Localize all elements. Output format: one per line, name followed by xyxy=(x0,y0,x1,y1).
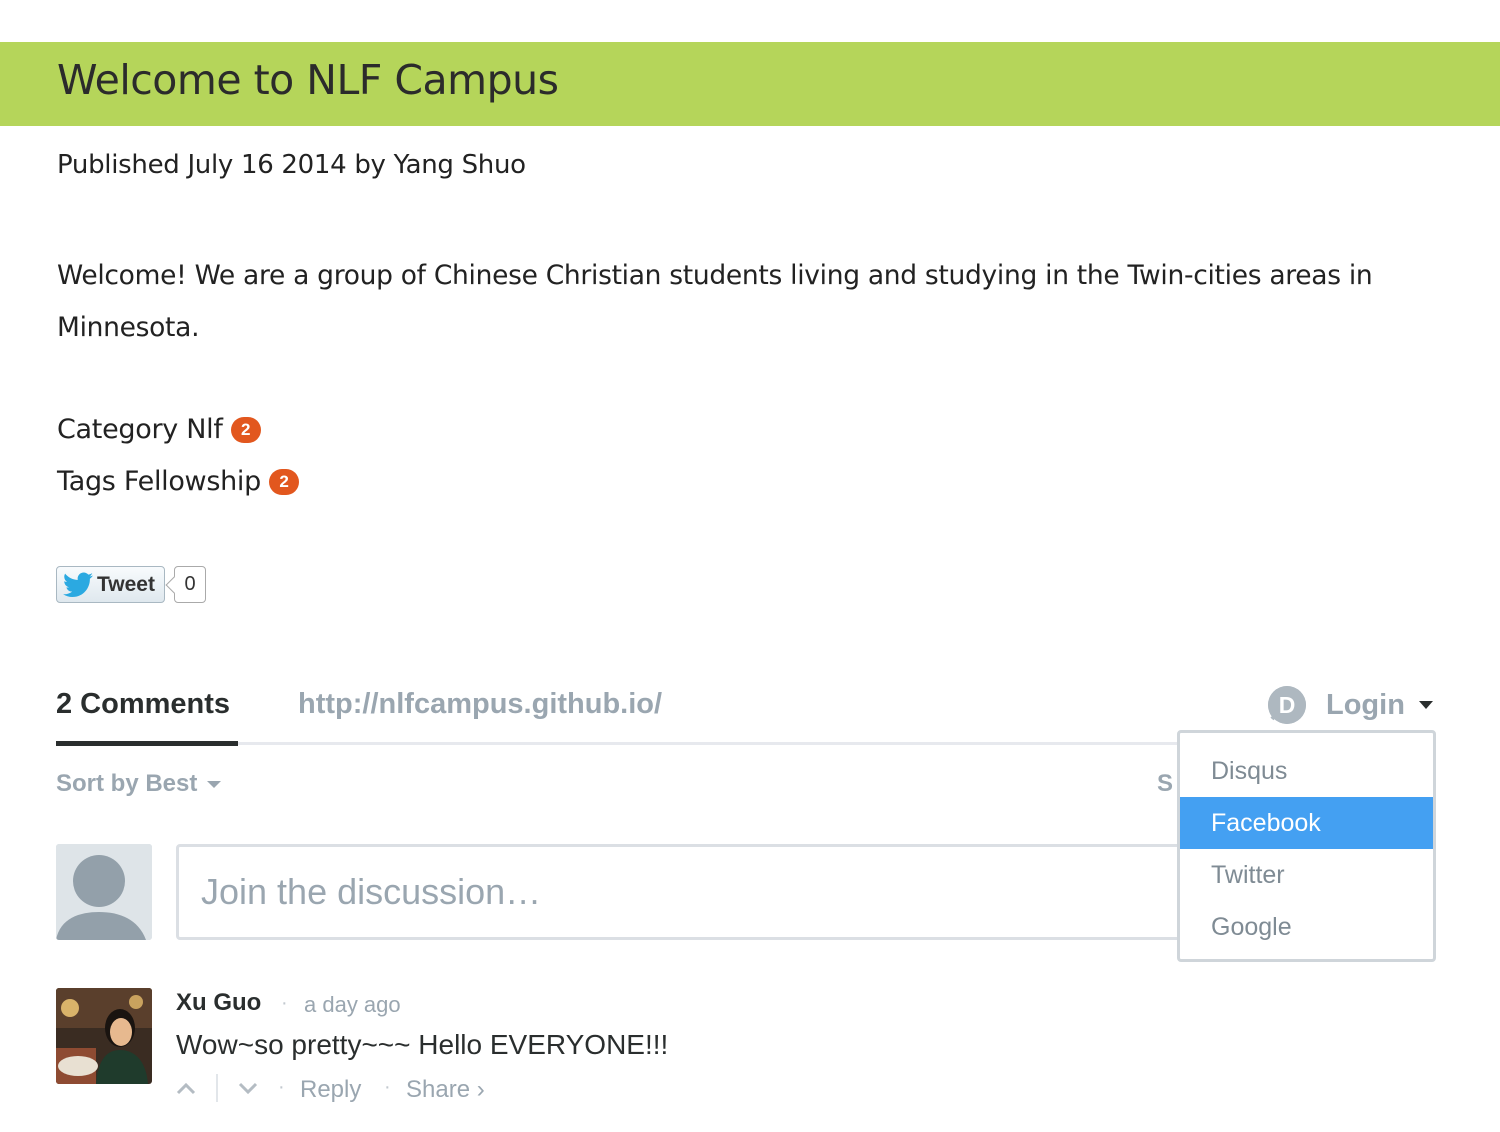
tweet-label: Tweet xyxy=(97,572,155,596)
post-tags: Tags Fellowship 2 xyxy=(57,466,299,497)
tag-link[interactable]: Fellowship xyxy=(124,466,261,497)
comment-author[interactable]: Xu Guo xyxy=(176,989,261,1017)
disqus-logo-icon: D xyxy=(1268,686,1306,724)
chevron-down-icon xyxy=(207,780,222,788)
comment-body: Wow~so pretty~~~ Hello EVERYONE!!! xyxy=(176,1029,669,1060)
category-link[interactable]: Nlf xyxy=(186,414,223,445)
page-title: Welcome to NLF Campus xyxy=(57,56,559,104)
comment-avatar[interactable] xyxy=(56,988,152,1084)
login-button[interactable]: D Login xyxy=(1268,686,1433,724)
share-link[interactable]: Share › xyxy=(406,1076,485,1104)
category-label: Category xyxy=(57,414,178,445)
twitter-bird-icon xyxy=(63,572,93,597)
comment-time[interactable]: a day ago xyxy=(304,992,401,1018)
post-meta: Published July 16 2014 by Yang Shuo xyxy=(57,150,526,180)
tweet-button[interactable]: Tweet xyxy=(56,566,165,603)
login-menu-google[interactable]: Google xyxy=(1180,901,1433,953)
tab-comments[interactable]: 2 Comments xyxy=(56,688,230,721)
sort-dropdown[interactable]: Sort by Best xyxy=(56,770,222,798)
post-category: Category Nlf 2 xyxy=(57,414,261,445)
tags-label: Tags xyxy=(57,466,116,497)
vote-divider xyxy=(216,1074,218,1102)
chevron-down-icon xyxy=(1418,701,1433,709)
post-body: Welcome! We are a group of Chinese Chris… xyxy=(57,260,1373,343)
reply-link[interactable]: Reply xyxy=(300,1076,361,1104)
discussion-input[interactable]: Join the discussion… xyxy=(176,844,1286,940)
sort-label: Sort by Best xyxy=(56,770,198,797)
separator-dot: · xyxy=(281,992,288,1014)
separator-dot: · xyxy=(384,1076,391,1098)
login-menu-facebook[interactable]: Facebook xyxy=(1180,797,1433,849)
default-avatar-icon xyxy=(56,844,152,940)
downvote-icon[interactable] xyxy=(238,1080,258,1096)
disqus-icon: D xyxy=(1268,686,1306,724)
upvote-icon[interactable] xyxy=(176,1080,196,1096)
tag-count-badge: 2 xyxy=(268,469,299,495)
login-label: Login xyxy=(1326,688,1405,721)
separator-dot: · xyxy=(278,1076,285,1098)
share-thread-link[interactable]: S xyxy=(1157,770,1173,798)
login-menu: Disqus Facebook Twitter Google xyxy=(1177,730,1436,962)
login-menu-disqus[interactable]: Disqus xyxy=(1180,745,1433,797)
user-photo xyxy=(56,988,152,1084)
category-count-badge: 2 xyxy=(230,417,261,443)
tab-community[interactable]: http://nlfcampus.github.io/ xyxy=(298,688,662,721)
login-menu-twitter[interactable]: Twitter xyxy=(1180,849,1433,901)
user-avatar xyxy=(56,844,152,940)
comment-actions: · Reply · Share › xyxy=(176,1074,576,1104)
svg-text:D: D xyxy=(1279,692,1296,718)
tweet-count: 0 xyxy=(174,566,206,603)
tab-active-indicator xyxy=(56,741,238,746)
